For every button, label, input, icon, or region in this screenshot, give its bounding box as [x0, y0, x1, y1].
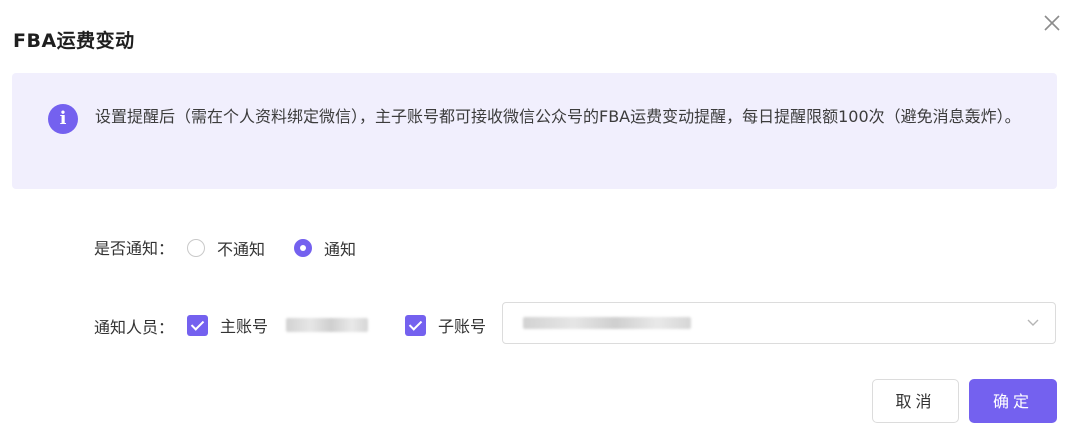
sub-account-label: 子账号: [438, 317, 487, 336]
radio-circle-checked: [294, 239, 312, 257]
checkbox-checked: [405, 314, 426, 336]
close-icon[interactable]: [1041, 12, 1063, 34]
chevron-down-icon: [1027, 319, 1039, 326]
notify-label: 是否通知：: [94, 239, 175, 258]
radio-label-no-notify: 不通知: [217, 240, 266, 259]
radio-label-notify: 通知: [324, 240, 357, 259]
main-account-value-redacted: [286, 318, 368, 332]
sub-account-checkbox[interactable]: 子账号: [405, 313, 486, 337]
radio-no-notify[interactable]: 不通知: [187, 236, 265, 260]
fba-freight-change-dialog: FBA运费变动 i 设置提醒后（需在个人资料绑定微信），主子账号都可接收微信公众…: [0, 0, 1080, 436]
radio-notify[interactable]: 通知: [294, 236, 356, 260]
info-icon: i: [48, 104, 78, 134]
notify-people-label: 通知人员：: [94, 318, 175, 337]
main-account-label: 主账号: [220, 317, 269, 336]
radio-circle: [187, 239, 205, 257]
sub-account-select[interactable]: [502, 302, 1056, 344]
cancel-button[interactable]: 取消: [872, 379, 959, 423]
checkbox-checked: [187, 314, 208, 336]
sub-account-value-redacted: [523, 317, 691, 329]
dialog-title: FBA运费变动: [13, 30, 135, 52]
main-account-checkbox[interactable]: 主账号: [187, 313, 268, 337]
notice-text: 设置提醒后（需在个人资料绑定微信），主子账号都可接收微信公众号的FBA运费变动提…: [95, 107, 1021, 126]
confirm-button[interactable]: 确定: [969, 379, 1057, 423]
